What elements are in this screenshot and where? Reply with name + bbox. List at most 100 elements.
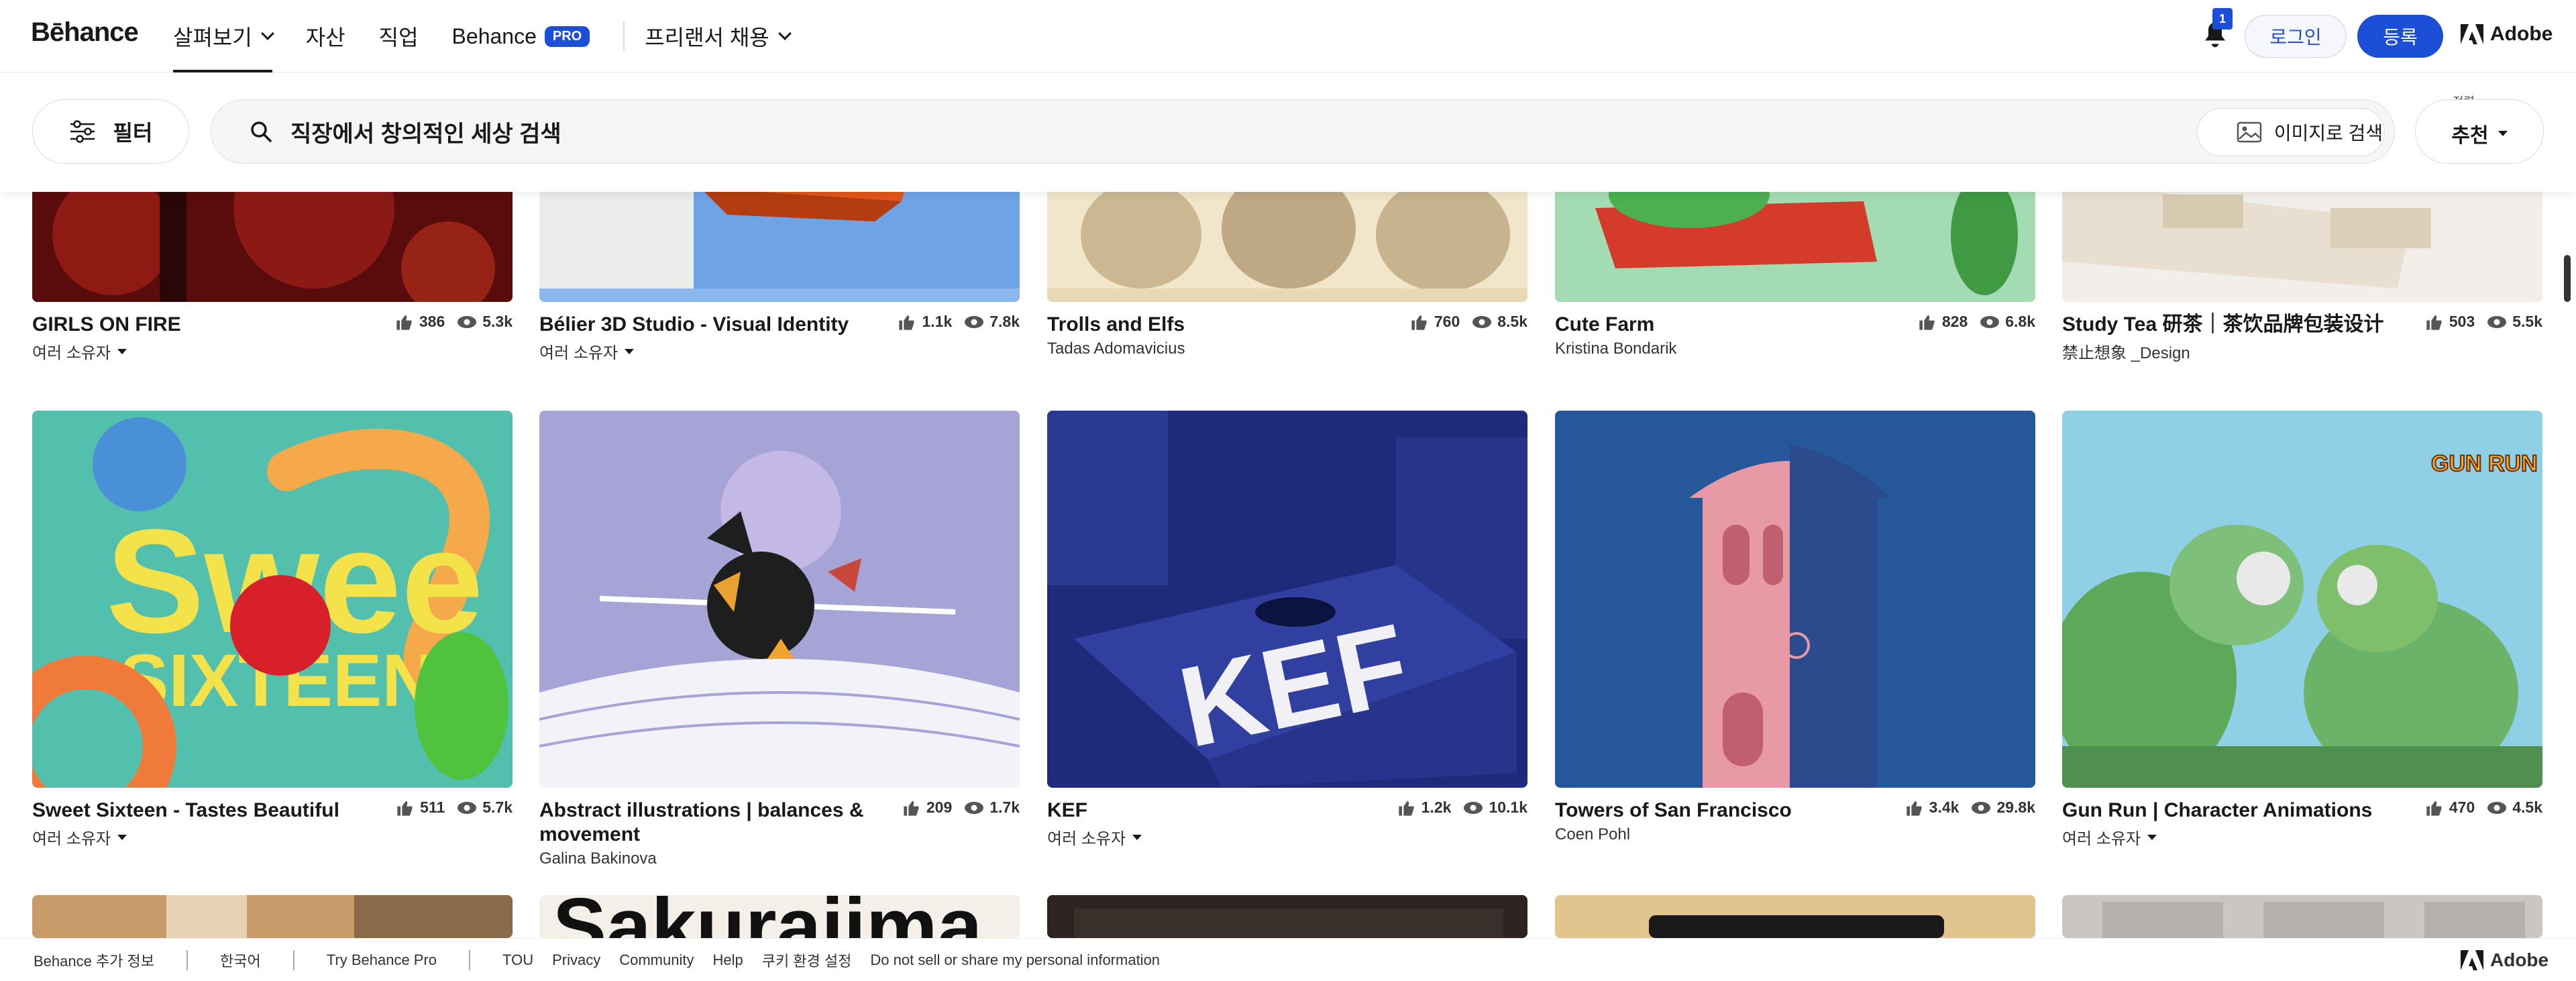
top-navigation: Bēhance 살펴보기 자산 직업 Behance PRO 프리랜서 채용 1 … — [0, 0, 2576, 72]
project-owner[interactable]: Coen Pohl — [1555, 825, 2035, 844]
footer-more-info[interactable]: Behance 추가 정보 — [34, 949, 154, 971]
views-count: 7.8k — [989, 313, 1020, 330]
footer-divider — [292, 949, 294, 970]
login-button[interactable]: 로그인 — [2245, 15, 2347, 58]
project-meta: KEF 여러 소유자 1.2k 10.1k — [1047, 798, 1527, 849]
likes-count: 3.4k — [1929, 798, 1960, 816]
project-title[interactable]: Abstract illustrations | balances & move… — [539, 798, 888, 847]
views-count: 5.3k — [482, 313, 513, 330]
project-thumbnail[interactable] — [539, 411, 1020, 788]
adobe-logo-icon — [2461, 24, 2483, 44]
eye-icon — [965, 801, 984, 814]
behance-logo[interactable]: Bēhance — [31, 17, 139, 48]
footer-link-tou[interactable]: TOU — [502, 951, 533, 969]
project-title[interactable]: Towers of San Francisco — [1555, 798, 1904, 823]
eye-icon — [1980, 315, 2000, 328]
pro-badge: PRO — [544, 25, 590, 47]
project-stats: 470 4.5k — [2413, 798, 2542, 817]
eye-icon — [2487, 315, 2507, 328]
project-thumbnail[interactable]: Swee SIXTEEN — [32, 411, 513, 788]
filter-sliders-icon — [70, 120, 95, 143]
project-thumbnail[interactable]: Sakuraiima — [539, 895, 1020, 938]
owner-label: 여러 소유자 — [32, 344, 111, 362]
project-stats: 209 1.7k — [890, 798, 1020, 817]
likes-count: 386 — [419, 313, 445, 330]
project-stats: 503 5.5k — [2413, 313, 2542, 331]
views-stat: 6.8k — [1980, 313, 2035, 331]
footer-link-community[interactable]: Community — [619, 951, 694, 969]
image-search-button[interactable]: 이미지로 검색 — [2197, 108, 2385, 156]
nav-jobs[interactable]: 직업 — [379, 0, 419, 72]
footer-link-help[interactable]: Help — [712, 951, 743, 969]
filter-button[interactable]: 필터 — [32, 99, 189, 164]
views-count: 29.8k — [1996, 798, 2035, 816]
project-title[interactable]: Study Tea 研茶｜茶饮品牌包装设计 — [2062, 313, 2411, 337]
footer-adobe-link[interactable]: Adobe — [2461, 949, 2548, 971]
project-title[interactable]: Sweet Sixteen - Tastes Beautiful — [32, 798, 381, 823]
project-owner[interactable]: 여러 소유자 — [1047, 825, 1527, 849]
thumbs-up-icon — [397, 801, 413, 816]
owner-dropdown-icon — [2147, 834, 2157, 840]
project-thumbnail[interactable] — [1047, 895, 1527, 938]
project-title[interactable]: GIRLS ON FIRE — [32, 313, 381, 337]
nav-hire-freelancers[interactable]: 프리랜서 채용 — [645, 0, 792, 72]
project-owner[interactable]: 여러 소유자 — [539, 340, 1020, 363]
project-meta: Gun Run | Character Animations 여러 소유자 47… — [2062, 798, 2542, 849]
nav-assets[interactable]: 자산 — [306, 0, 345, 72]
footer-language[interactable]: 한국어 — [220, 949, 261, 971]
footer-link-do-not-sell[interactable]: Do not sell or share my personal informa… — [870, 951, 1160, 969]
scrollbar-thumb[interactable] — [2564, 255, 2571, 302]
footer-more-label: Behance 추가 정보 — [34, 952, 155, 970]
signup-button[interactable]: 등록 — [2357, 15, 2443, 58]
project-owner[interactable]: 禁止想象 _Design — [2062, 340, 2542, 363]
views-count: 6.8k — [2005, 313, 2035, 330]
project-owner[interactable]: 여러 소유자 — [32, 825, 513, 849]
nav-behance-pro[interactable]: Behance PRO — [452, 0, 590, 72]
project-thumbnail[interactable] — [1555, 895, 2035, 938]
views-count: 5.7k — [482, 798, 513, 816]
sort-dropdown[interactable]: 추천 — [2415, 99, 2544, 164]
project-stats: 511 5.7k — [384, 798, 513, 817]
owner-dropdown-icon — [625, 348, 635, 354]
adobe-logo-icon — [2461, 950, 2483, 970]
project-title[interactable]: Gun Run | Character Animations — [2062, 798, 2411, 823]
project-stats: 386 5.3k — [383, 313, 513, 331]
footer-adobe-label: Adobe — [2490, 949, 2549, 970]
project-thumbnail[interactable] — [1555, 411, 2035, 788]
footer-try-pro[interactable]: Try Behance Pro — [327, 951, 437, 969]
project-thumbnail[interactable]: KEF — [1047, 411, 1527, 788]
search-icon — [251, 121, 272, 142]
thumbnail-art — [1555, 895, 2035, 938]
adobe-link[interactable]: Adobe — [2461, 23, 2553, 46]
views-count: 8.5k — [1497, 313, 1527, 330]
project-title[interactable]: Cute Farm — [1555, 313, 1904, 337]
project-owner[interactable]: Kristina Bondarik — [1555, 340, 2035, 358]
footer-link-privacy[interactable]: Privacy — [552, 951, 600, 969]
owner-label: 여러 소유자 — [2062, 830, 2141, 848]
project-owner[interactable]: Tadas Adomavicius — [1047, 340, 1527, 358]
likes-stat: 1.1k — [898, 313, 952, 331]
project-title[interactable]: Bélier 3D Studio - Visual Identity — [539, 313, 888, 337]
project-title[interactable]: KEF — [1047, 798, 1396, 823]
owner-dropdown-icon — [117, 834, 127, 840]
search-input[interactable]: 직장에서 창의적인 세상 검색 이미지로 검색 — [211, 99, 2395, 164]
project-meta: GIRLS ON FIRE 여러 소유자 386 5.3k — [32, 313, 513, 363]
footer-link-cookies[interactable]: 쿠키 환경 설정 — [762, 949, 852, 971]
project-thumbnail[interactable] — [32, 895, 513, 938]
thumbnail-art — [32, 895, 513, 938]
nav-hire-label: 프리랜서 채용 — [645, 25, 769, 50]
project-thumbnail[interactable] — [2062, 895, 2542, 938]
project-owner[interactable]: Galina Bakinova — [539, 849, 1020, 868]
thumbnail-art: GUN RUN — [2062, 411, 2542, 788]
project-owner[interactable]: 여러 소유자 — [2062, 825, 2542, 849]
main-nav-links: 살펴보기 자산 직업 Behance PRO 프리랜서 채용 — [173, 0, 823, 72]
nav-explore[interactable]: 살펴보기 — [173, 0, 274, 72]
likes-stat: 386 — [395, 313, 445, 331]
project-owner[interactable]: 여러 소유자 — [32, 340, 513, 363]
owner-dropdown-icon — [117, 348, 127, 354]
project-title[interactable]: Trolls and Elfs — [1047, 313, 1396, 337]
project-thumbnail[interactable]: GUN RUN — [2062, 411, 2542, 788]
chevron-down-icon — [260, 27, 274, 40]
project-meta: Study Tea 研茶｜茶饮品牌包装设计 禁止想象 _Design 503 5… — [2062, 313, 2542, 363]
likes-count: 470 — [2449, 798, 2475, 816]
